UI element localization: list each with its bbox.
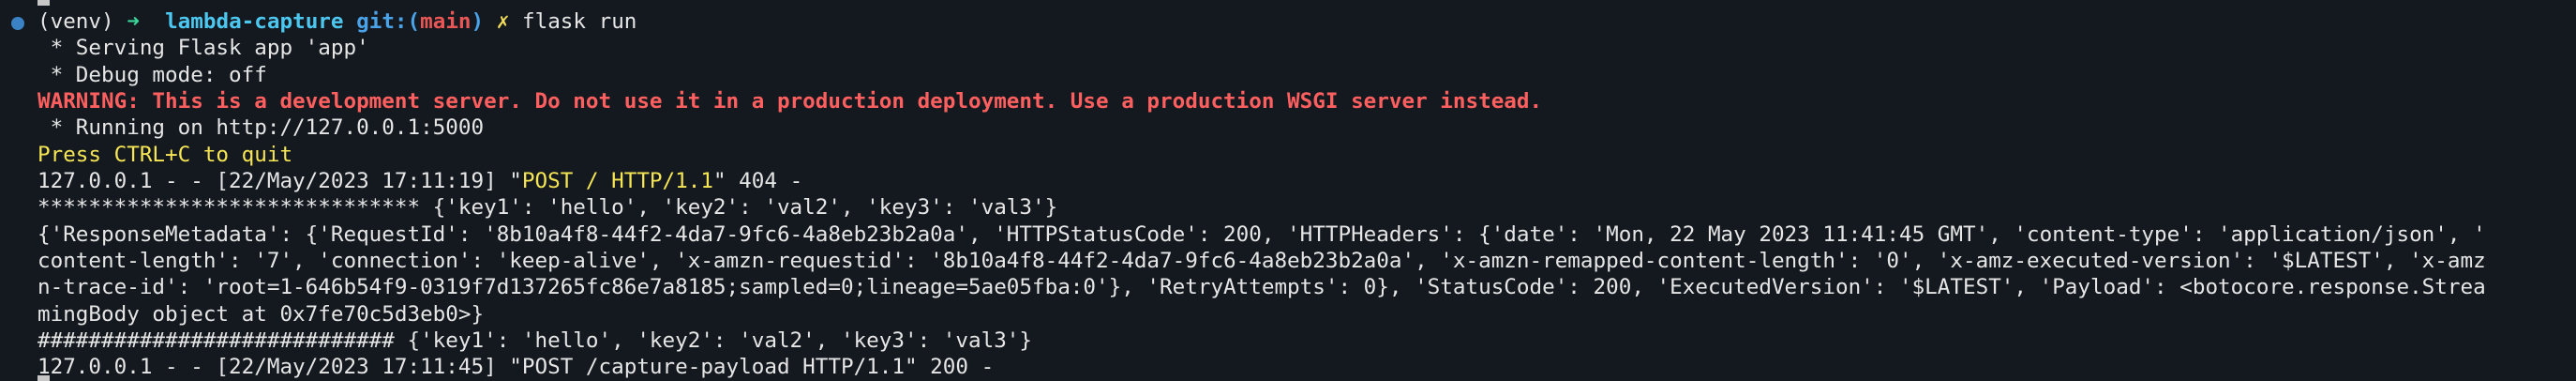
output-serving: * Serving Flask app 'app' xyxy=(37,36,369,60)
request-log-2: 127.0.0.1 - - [22/May/2023 17:11:45] "PO… xyxy=(37,355,995,379)
response-line-2: content-length': '7', 'connection': 'kee… xyxy=(37,249,2486,273)
directory-name: lambda-capture xyxy=(165,9,344,34)
response-line-1: {'ResponseMetadata': {'RequestId': '8b10… xyxy=(37,222,2486,247)
prompt-line: (venv) ➜ lambda-capture git:(main) ✗ fla… xyxy=(37,8,637,35)
output-running: * Running on http://127.0.0.1:5000 xyxy=(37,115,485,140)
text-cursor xyxy=(37,0,50,6)
command-text: flask run xyxy=(521,9,637,34)
git-close: ) xyxy=(471,9,485,34)
git-label: git:( xyxy=(356,9,421,34)
text-cursor-bottom xyxy=(37,375,50,381)
venv-label: (venv) xyxy=(37,9,114,34)
response-line-4: mingBody object at 0x7fe70c5d3eb0>} xyxy=(37,302,485,327)
arrow-icon: ➜ xyxy=(127,9,140,34)
request-log-1: 127.0.0.1 - - [22/May/2023 17:11:19] "PO… xyxy=(37,168,802,194)
log1-request: POST / HTTP/1.1 xyxy=(521,169,713,193)
response-line-3: n-trace-id': 'root=1-646b54f9-0319f7d137… xyxy=(37,275,2486,299)
prompt-status-icon xyxy=(11,17,24,30)
terminal-window[interactable]: (venv) ➜ lambda-capture git:(main) ✗ fla… xyxy=(0,0,2576,381)
log1-suffix: " 404 - xyxy=(712,169,803,193)
warning-message: WARNING: This is a development server. D… xyxy=(37,89,1543,114)
hash-output: ############################ {'key1': 'h… xyxy=(37,328,1033,353)
quit-hint: Press CTRL+C to quit xyxy=(37,143,293,167)
output-debug: * Debug mode: off xyxy=(37,63,267,87)
dirty-mark-icon: ✗ xyxy=(496,9,510,34)
log1-prefix: 127.0.0.1 - - [22/May/2023 17:11:19] " xyxy=(37,169,522,193)
stars-output: ****************************** {'key1': … xyxy=(37,195,1058,220)
git-branch: main xyxy=(420,9,472,34)
